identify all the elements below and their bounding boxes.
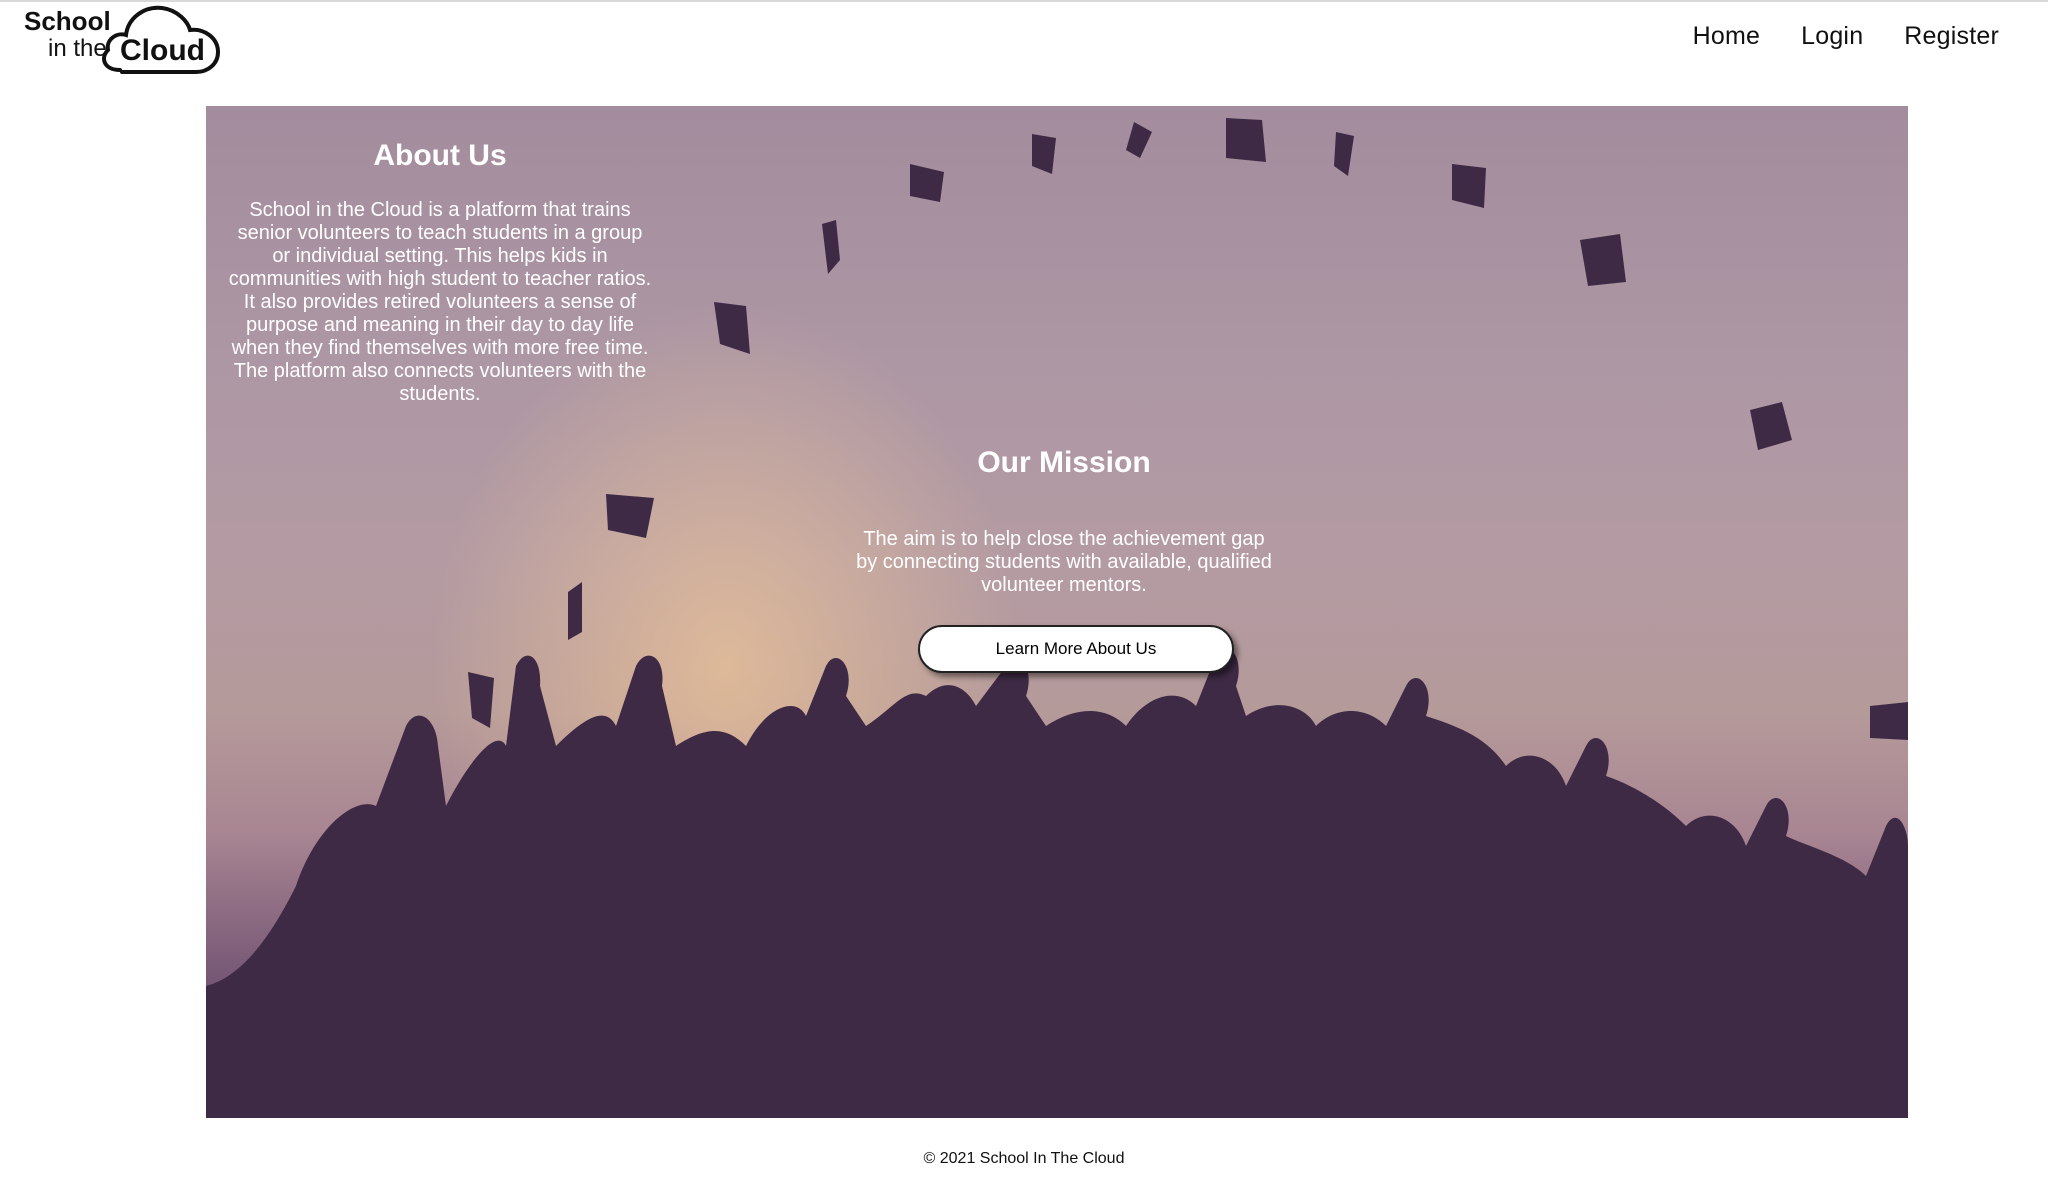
logo-line2: in the (48, 35, 107, 62)
our-mission-heading: Our Mission (977, 446, 1151, 479)
logo-line1: School (24, 6, 111, 36)
main-nav: Home Login Register (1693, 22, 1999, 51)
nav-register-link[interactable]: Register (1904, 22, 1999, 51)
site-footer: © 2021 School In The Cloud (0, 1150, 2048, 1168)
crowd-silhouette (206, 647, 1908, 1118)
nav-home-link[interactable]: Home (1693, 22, 1761, 51)
logo-cloud-word: Cloud (120, 34, 205, 67)
learn-more-button[interactable]: Learn More About Us (918, 625, 1234, 673)
copyright-text: © 2021 School In The Cloud (923, 1150, 1125, 1167)
our-mission-text: The aim is to help close the achievement… (856, 528, 1272, 596)
about-us-block: About Us School in the Cloud is a platfo… (228, 131, 652, 406)
about-us-text: School in the Cloud is a platform that t… (228, 199, 652, 405)
about-us-heading: About Us (373, 139, 507, 172)
nav-login-link[interactable]: Login (1801, 22, 1863, 51)
our-mission-block: Our Mission The aim is to help close the… (852, 438, 1276, 597)
school-in-the-cloud-logo[interactable]: School in the Cloud (22, 2, 232, 78)
hero-section: About Us School in the Cloud is a platfo… (206, 106, 1908, 1118)
site-header: School in the Cloud Home Login Register (0, 0, 2048, 104)
cloud-logo-icon: School in the Cloud (24, 5, 221, 74)
